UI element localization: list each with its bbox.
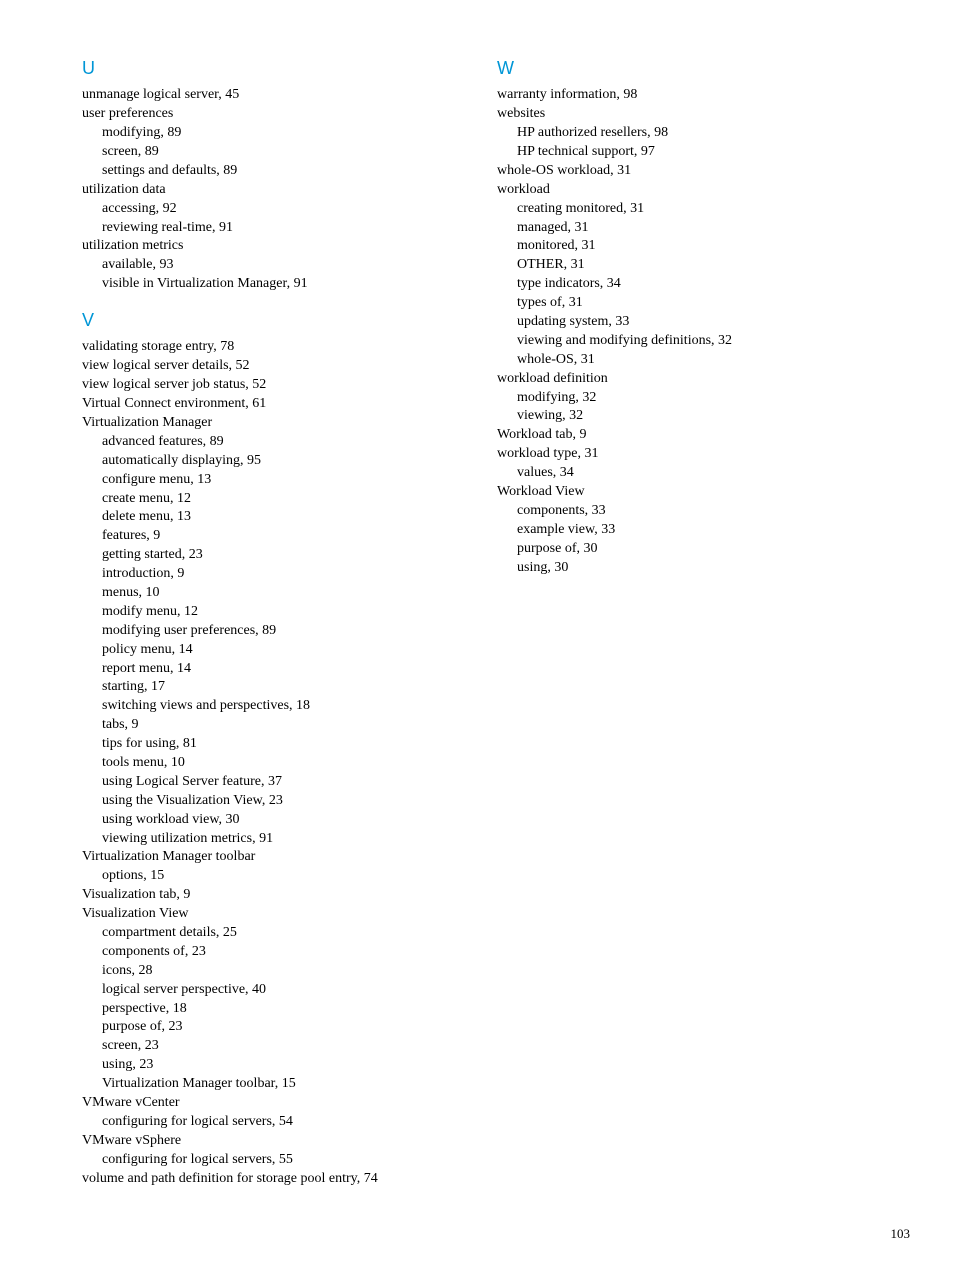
index-entry: HP authorized resellers, 98: [497, 124, 914, 143]
index-entry: HP technical support, 97: [497, 143, 914, 162]
index-entry: create menu, 12: [82, 490, 497, 509]
index-entry: websites: [497, 105, 914, 124]
index-entry: managed, 31: [497, 219, 914, 238]
index-entry: whole-OS workload, 31: [497, 162, 914, 181]
letter-heading-v: V: [82, 308, 497, 332]
index-entry: utilization data: [82, 181, 497, 200]
index-entry: using, 23: [82, 1056, 497, 1075]
letter-heading-w: W: [497, 56, 914, 80]
index-entry: VMware vCenter: [82, 1094, 497, 1113]
index-entry: available, 93: [82, 256, 497, 275]
section-v: V validating storage entry, 78view logic…: [82, 308, 497, 1188]
index-entry: OTHER, 31: [497, 256, 914, 275]
index-entry: purpose of, 30: [497, 540, 914, 559]
index-entry: whole-OS, 31: [497, 351, 914, 370]
section-u: U unmanage logical server, 45user prefer…: [82, 56, 497, 294]
letter-heading-u: U: [82, 56, 497, 80]
index-entry: viewing, 32: [497, 407, 914, 426]
index-entry: Virtualization Manager toolbar, 15: [82, 1075, 497, 1094]
page-number: 103: [891, 1225, 911, 1243]
entries-v: validating storage entry, 78view logical…: [82, 338, 497, 1188]
index-entry: monitored, 31: [497, 237, 914, 256]
index-entry: type indicators, 34: [497, 275, 914, 294]
index-entry: tips for using, 81: [82, 735, 497, 754]
index-entry: modifying user preferences, 89: [82, 622, 497, 641]
index-entry: updating system, 33: [497, 313, 914, 332]
index-entry: viewing and modifying definitions, 32: [497, 332, 914, 351]
index-entry: validating storage entry, 78: [82, 338, 497, 357]
index-entry: policy menu, 14: [82, 641, 497, 660]
index-entry: using the Visualization View, 23: [82, 792, 497, 811]
index-entry: using workload view, 30: [82, 811, 497, 830]
index-entry: compartment details, 25: [82, 924, 497, 943]
index-entry: values, 34: [497, 464, 914, 483]
index-entry: volume and path definition for storage p…: [82, 1170, 497, 1189]
index-entry: settings and defaults, 89: [82, 162, 497, 181]
index-entry: Workload View: [497, 483, 914, 502]
index-entry: using, 30: [497, 559, 914, 578]
index-entry: workload: [497, 181, 914, 200]
index-entry: tabs, 9: [82, 716, 497, 735]
index-entry: visible in Virtualization Manager, 91: [82, 275, 497, 294]
index-entry: getting started, 23: [82, 546, 497, 565]
index-entry: VMware vSphere: [82, 1132, 497, 1151]
index-entry: icons, 28: [82, 962, 497, 981]
index-entry: advanced features, 89: [82, 433, 497, 452]
index-entry: creating monitored, 31: [497, 200, 914, 219]
index-entry: screen, 89: [82, 143, 497, 162]
section-w: W warranty information, 98websitesHP aut…: [497, 56, 914, 577]
index-entry: Virtualization Manager: [82, 414, 497, 433]
index-entry: view logical server job status, 52: [82, 376, 497, 395]
entries-u: unmanage logical server, 45user preferen…: [82, 86, 497, 294]
index-entry: configuring for logical servers, 55: [82, 1151, 497, 1170]
index-entry: utilization metrics: [82, 237, 497, 256]
index-entry: Visualization tab, 9: [82, 886, 497, 905]
index-entry: starting, 17: [82, 678, 497, 697]
index-entry: Virtualization Manager toolbar: [82, 848, 497, 867]
index-entry: Workload tab, 9: [497, 426, 914, 445]
index-entry: introduction, 9: [82, 565, 497, 584]
index-entry: accessing, 92: [82, 200, 497, 219]
index-entry: user preferences: [82, 105, 497, 124]
index-entry: components of, 23: [82, 943, 497, 962]
index-entry: Virtual Connect environment, 61: [82, 395, 497, 414]
index-entry: tools menu, 10: [82, 754, 497, 773]
index-entry: switching views and perspectives, 18: [82, 697, 497, 716]
index-entry: workload type, 31: [497, 445, 914, 464]
index-entry: purpose of, 23: [82, 1018, 497, 1037]
index-entry: perspective, 18: [82, 1000, 497, 1019]
index-entry: configuring for logical servers, 54: [82, 1113, 497, 1132]
index-entry: warranty information, 98: [497, 86, 914, 105]
index-entry: logical server perspective, 40: [82, 981, 497, 1000]
index-entry: menus, 10: [82, 584, 497, 603]
index-entry: workload definition: [497, 370, 914, 389]
index-entry: reviewing real-time, 91: [82, 219, 497, 238]
index-entry: unmanage logical server, 45: [82, 86, 497, 105]
index-entry: screen, 23: [82, 1037, 497, 1056]
index-entry: components, 33: [497, 502, 914, 521]
index-entry: Visualization View: [82, 905, 497, 924]
index-entry: view logical server details, 52: [82, 357, 497, 376]
index-entry: types of, 31: [497, 294, 914, 313]
index-columns: U unmanage logical server, 45user prefer…: [0, 56, 954, 1188]
index-entry: viewing utilization metrics, 91: [82, 830, 497, 849]
index-entry: features, 9: [82, 527, 497, 546]
index-entry: automatically displaying, 95: [82, 452, 497, 471]
index-entry: configure menu, 13: [82, 471, 497, 490]
index-entry: options, 15: [82, 867, 497, 886]
index-entry: delete menu, 13: [82, 508, 497, 527]
index-entry: example view, 33: [497, 521, 914, 540]
index-entry: modifying, 89: [82, 124, 497, 143]
left-column: U unmanage logical server, 45user prefer…: [82, 56, 497, 1188]
index-entry: report menu, 14: [82, 660, 497, 679]
index-entry: modifying, 32: [497, 389, 914, 408]
index-entry: modify menu, 12: [82, 603, 497, 622]
index-entry: using Logical Server feature, 37: [82, 773, 497, 792]
right-column: W warranty information, 98websitesHP aut…: [497, 56, 914, 1188]
entries-w: warranty information, 98websitesHP autho…: [497, 86, 914, 577]
